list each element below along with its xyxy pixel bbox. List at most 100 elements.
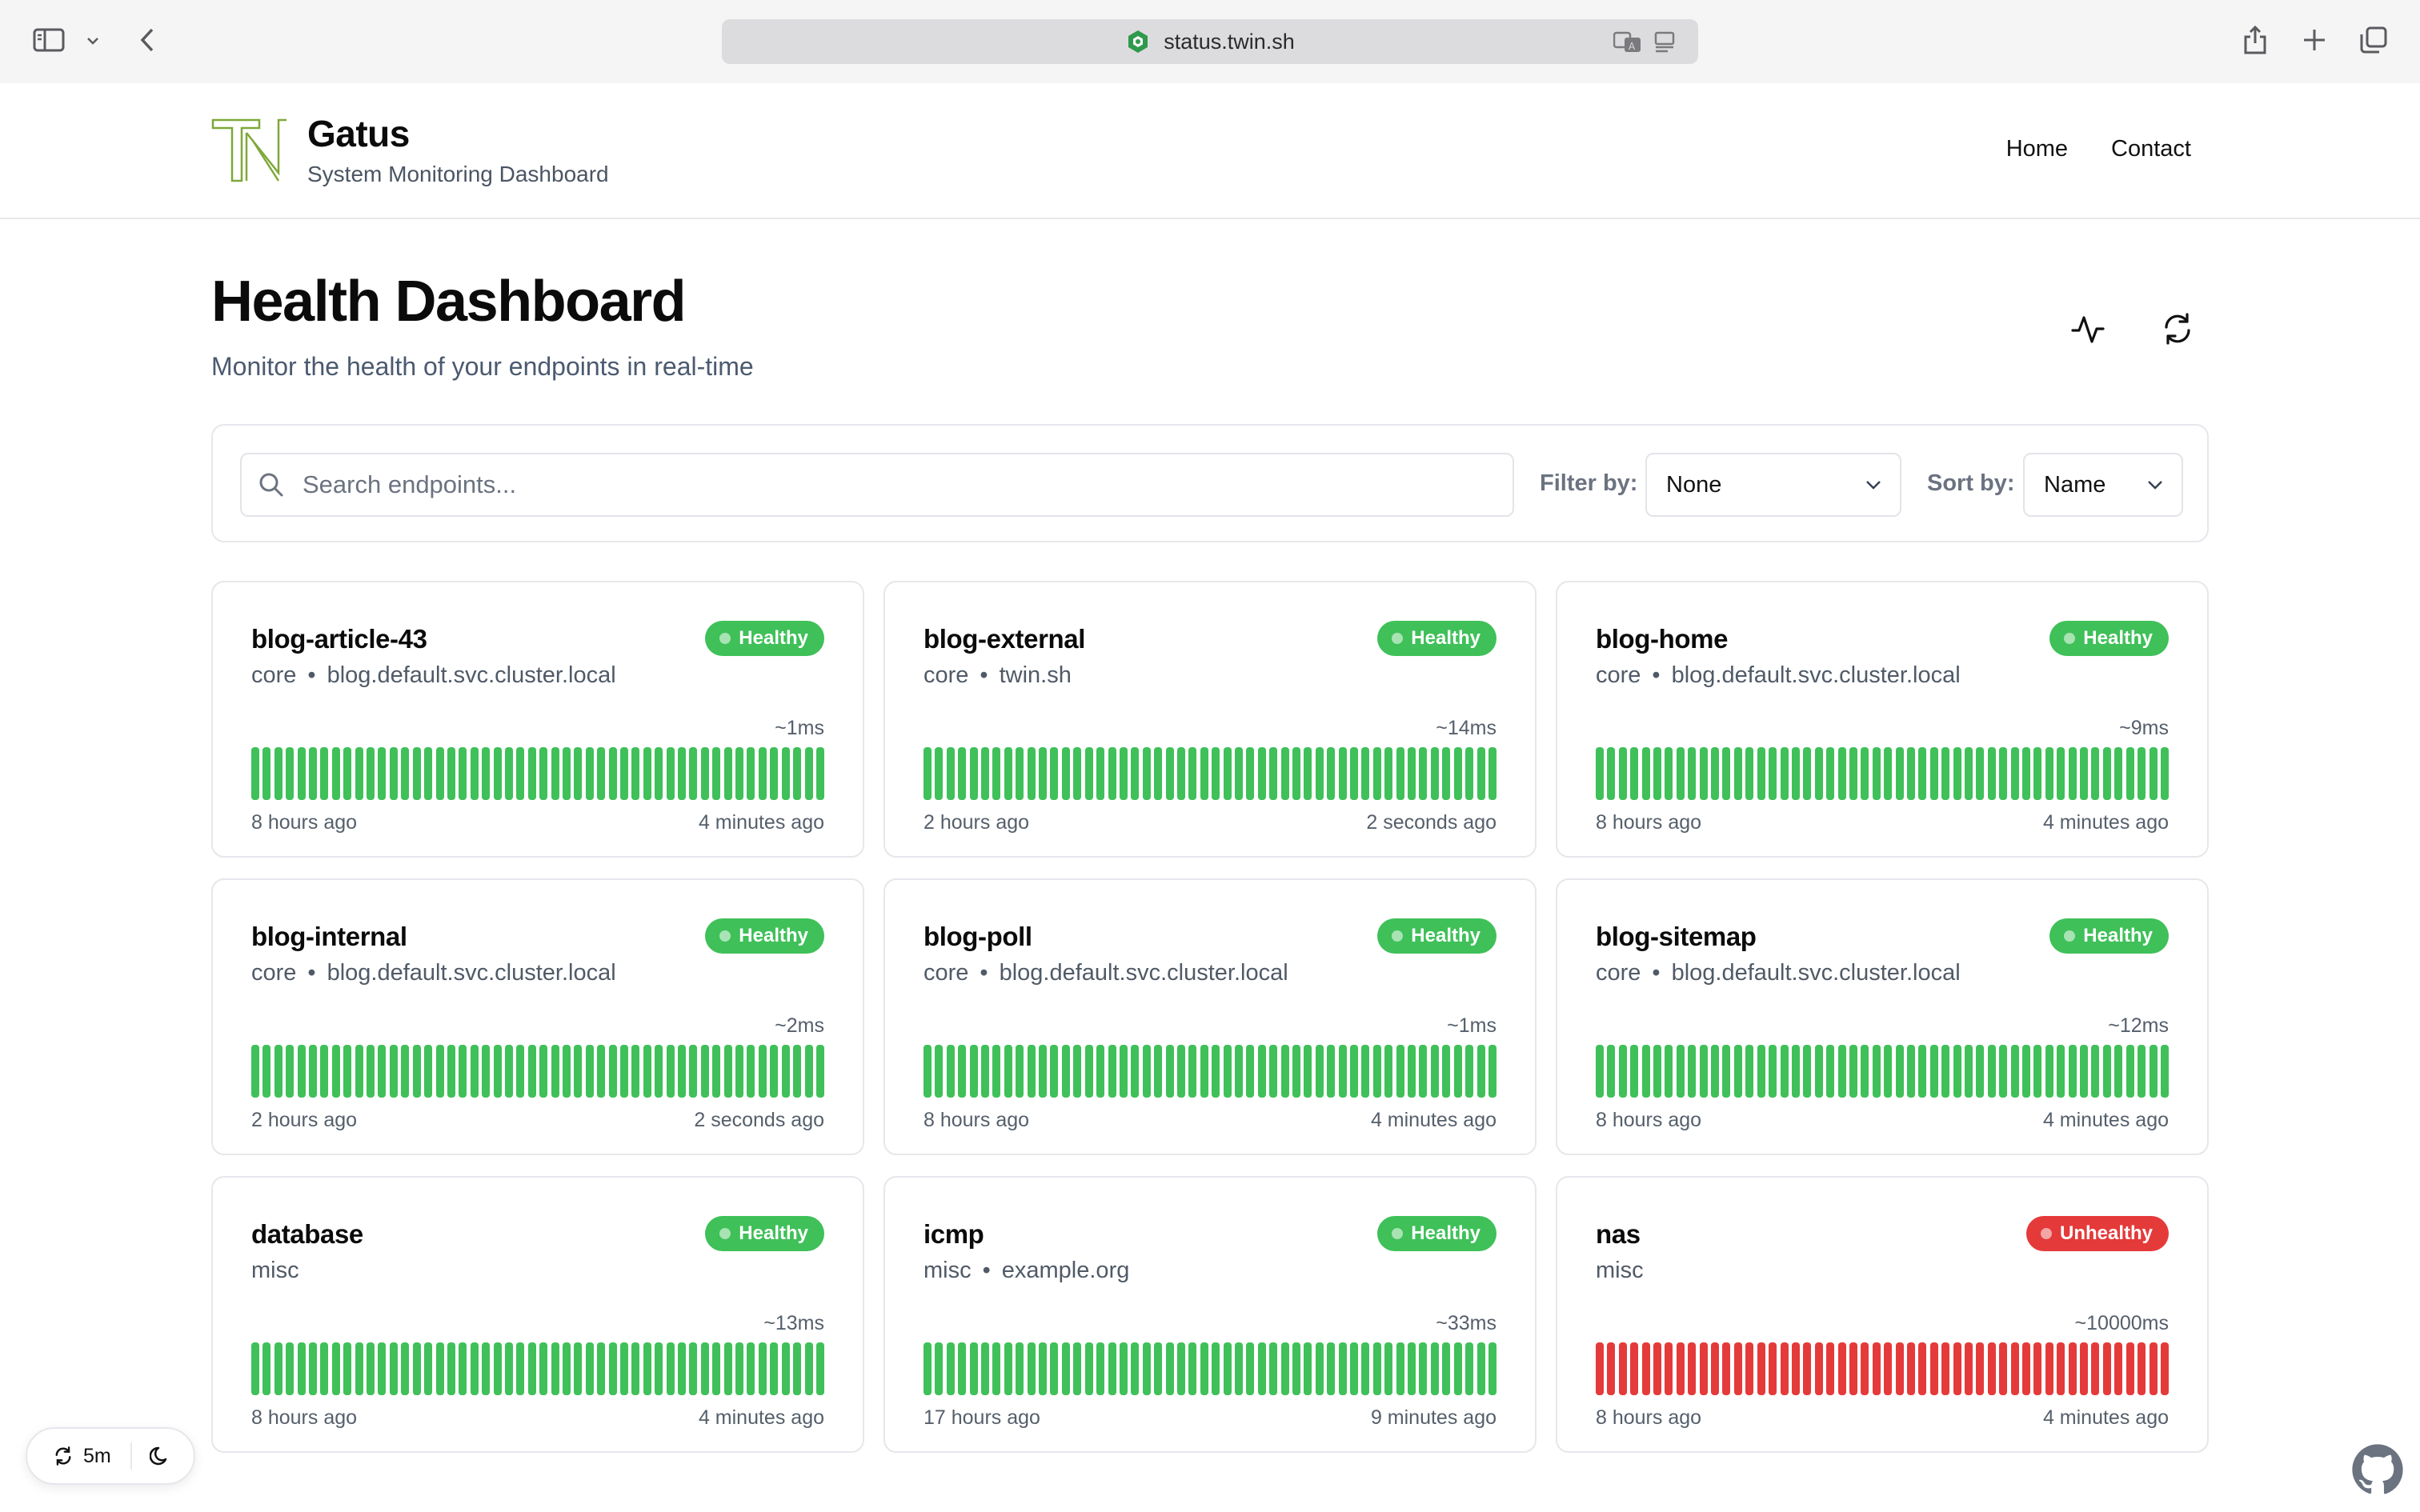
uptime-bar[interactable]	[2033, 747, 2042, 800]
uptime-bar[interactable]	[1884, 1045, 1893, 1098]
uptime-bar[interactable]	[1699, 1045, 1708, 1098]
uptime-bar[interactable]	[1929, 1342, 1938, 1395]
uptime-bar[interactable]	[1315, 1045, 1324, 1098]
uptime-bar[interactable]	[297, 1342, 306, 1395]
uptime-bar[interactable]	[1119, 747, 1128, 800]
uptime-bar[interactable]	[1722, 1342, 1731, 1395]
uptime-bar[interactable]	[793, 1045, 802, 1098]
uptime-bar[interactable]	[1304, 1342, 1312, 1395]
uptime-bar[interactable]	[435, 747, 444, 800]
uptime-bar[interactable]	[539, 747, 548, 800]
uptime-bar[interactable]	[666, 1045, 675, 1098]
uptime-bar[interactable]	[1965, 1342, 1973, 1395]
endpoint-card[interactable]: blog-home core • blog.default.svc.cluster.…	[1556, 581, 2209, 858]
uptime-bar[interactable]	[389, 1342, 398, 1395]
uptime-bar[interactable]	[2102, 1342, 2111, 1395]
uptime-bar[interactable]	[2091, 1342, 2100, 1395]
uptime-bar[interactable]	[735, 1045, 744, 1098]
uptime-bar[interactable]	[1108, 1342, 1116, 1395]
uptime-bar[interactable]	[1131, 1342, 1140, 1395]
uptime-bar[interactable]	[2126, 1045, 2134, 1098]
uptime-bar[interactable]	[412, 1342, 421, 1395]
endpoint-card[interactable]: blog-poll core • blog.default.svc.cluster.…	[883, 878, 1537, 1155]
uptime-bar[interactable]	[2010, 747, 2019, 800]
uptime-bar[interactable]	[401, 747, 410, 800]
uptime-bar[interactable]	[482, 747, 491, 800]
uptime-bar[interactable]	[1027, 1342, 1036, 1395]
uptime-bar[interactable]	[2126, 1342, 2134, 1395]
uptime-bar[interactable]	[1653, 1045, 1662, 1098]
uptime-bar[interactable]	[2114, 1045, 2123, 1098]
uptime-bar[interactable]	[620, 747, 628, 800]
uptime-bar[interactable]	[992, 1045, 1001, 1098]
uptime-bar[interactable]	[643, 1342, 651, 1395]
uptime-bar[interactable]	[620, 1045, 628, 1098]
uptime-bar[interactable]	[655, 1342, 663, 1395]
uptime-bar[interactable]	[516, 747, 525, 800]
uptime-bar[interactable]	[331, 1342, 340, 1395]
uptime-bar[interactable]	[1488, 1342, 1496, 1395]
uptime-bar[interactable]	[1641, 747, 1650, 800]
uptime-bar[interactable]	[527, 1342, 536, 1395]
uptime-bar[interactable]	[378, 747, 387, 800]
uptime-bar[interactable]	[447, 1045, 455, 1098]
uptime-bar[interactable]	[1676, 1342, 1685, 1395]
uptime-bar[interactable]	[1849, 1045, 1857, 1098]
uptime-bar[interactable]	[946, 747, 955, 800]
uptime-bar[interactable]	[401, 1045, 410, 1098]
uptime-bar[interactable]	[1442, 1045, 1451, 1098]
reader-icon[interactable]	[1653, 30, 1676, 53]
uptime-bar[interactable]	[2045, 1342, 2053, 1395]
uptime-bar[interactable]	[1016, 747, 1024, 800]
uptime-bar[interactable]	[1384, 747, 1393, 800]
uptime-bar[interactable]	[1826, 1342, 1835, 1395]
uptime-bar[interactable]	[2138, 1342, 2146, 1395]
uptime-bar[interactable]	[1757, 1045, 1765, 1098]
uptime-bar[interactable]	[320, 747, 329, 800]
uptime-bar[interactable]	[504, 747, 513, 800]
uptime-bar[interactable]	[1384, 1045, 1393, 1098]
uptime-bar[interactable]	[1676, 1045, 1685, 1098]
uptime-bar[interactable]	[1039, 1045, 1048, 1098]
uptime-bar[interactable]	[482, 1045, 491, 1098]
uptime-bar[interactable]	[343, 1342, 352, 1395]
uptime-bar[interactable]	[1372, 747, 1381, 800]
uptime-bar[interactable]	[631, 1045, 640, 1098]
uptime-bar[interactable]	[574, 1045, 583, 1098]
uptime-bar[interactable]	[1653, 747, 1662, 800]
uptime-bar[interactable]	[401, 1342, 410, 1395]
address-bar[interactable]: status.twin.sh A	[722, 19, 1698, 64]
uptime-bar[interactable]	[1096, 747, 1105, 800]
uptime-bar[interactable]	[389, 747, 398, 800]
uptime-bar[interactable]	[712, 747, 721, 800]
uptime-bar[interactable]	[1315, 1342, 1324, 1395]
uptime-bar[interactable]	[1929, 1045, 1938, 1098]
uptime-bar[interactable]	[459, 1045, 467, 1098]
uptime-bar[interactable]	[459, 1342, 467, 1395]
uptime-bar[interactable]	[1384, 1342, 1393, 1395]
uptime-bar[interactable]	[1953, 1045, 1961, 1098]
uptime-bar[interactable]	[2102, 747, 2111, 800]
uptime-bar[interactable]	[1791, 1342, 1800, 1395]
endpoint-name[interactable]: blog-article-43	[251, 624, 427, 654]
uptime-bar[interactable]	[1061, 1045, 1070, 1098]
uptime-bar[interactable]	[274, 1045, 282, 1098]
uptime-bar[interactable]	[1154, 1342, 1163, 1395]
uptime-bar[interactable]	[1292, 1045, 1300, 1098]
uptime-bar[interactable]	[251, 1045, 259, 1098]
uptime-bar[interactable]	[309, 1045, 318, 1098]
uptime-bar[interactable]	[1688, 747, 1697, 800]
endpoint-name[interactable]: blog-internal	[251, 922, 407, 952]
uptime-bar[interactable]	[459, 747, 467, 800]
uptime-bar[interactable]	[1453, 1342, 1462, 1395]
uptime-bar[interactable]	[1465, 1342, 1474, 1395]
uptime-bar[interactable]	[1465, 747, 1474, 800]
uptime-bar[interactable]	[1096, 1045, 1105, 1098]
uptime-bar[interactable]	[678, 747, 687, 800]
uptime-bar[interactable]	[1246, 747, 1255, 800]
uptime-bar[interactable]	[1476, 1045, 1485, 1098]
uptime-bar[interactable]	[2080, 1045, 2089, 1098]
uptime-bar[interactable]	[585, 1045, 594, 1098]
uptime-bar[interactable]	[1745, 1045, 1754, 1098]
uptime-bar[interactable]	[1745, 1342, 1754, 1395]
